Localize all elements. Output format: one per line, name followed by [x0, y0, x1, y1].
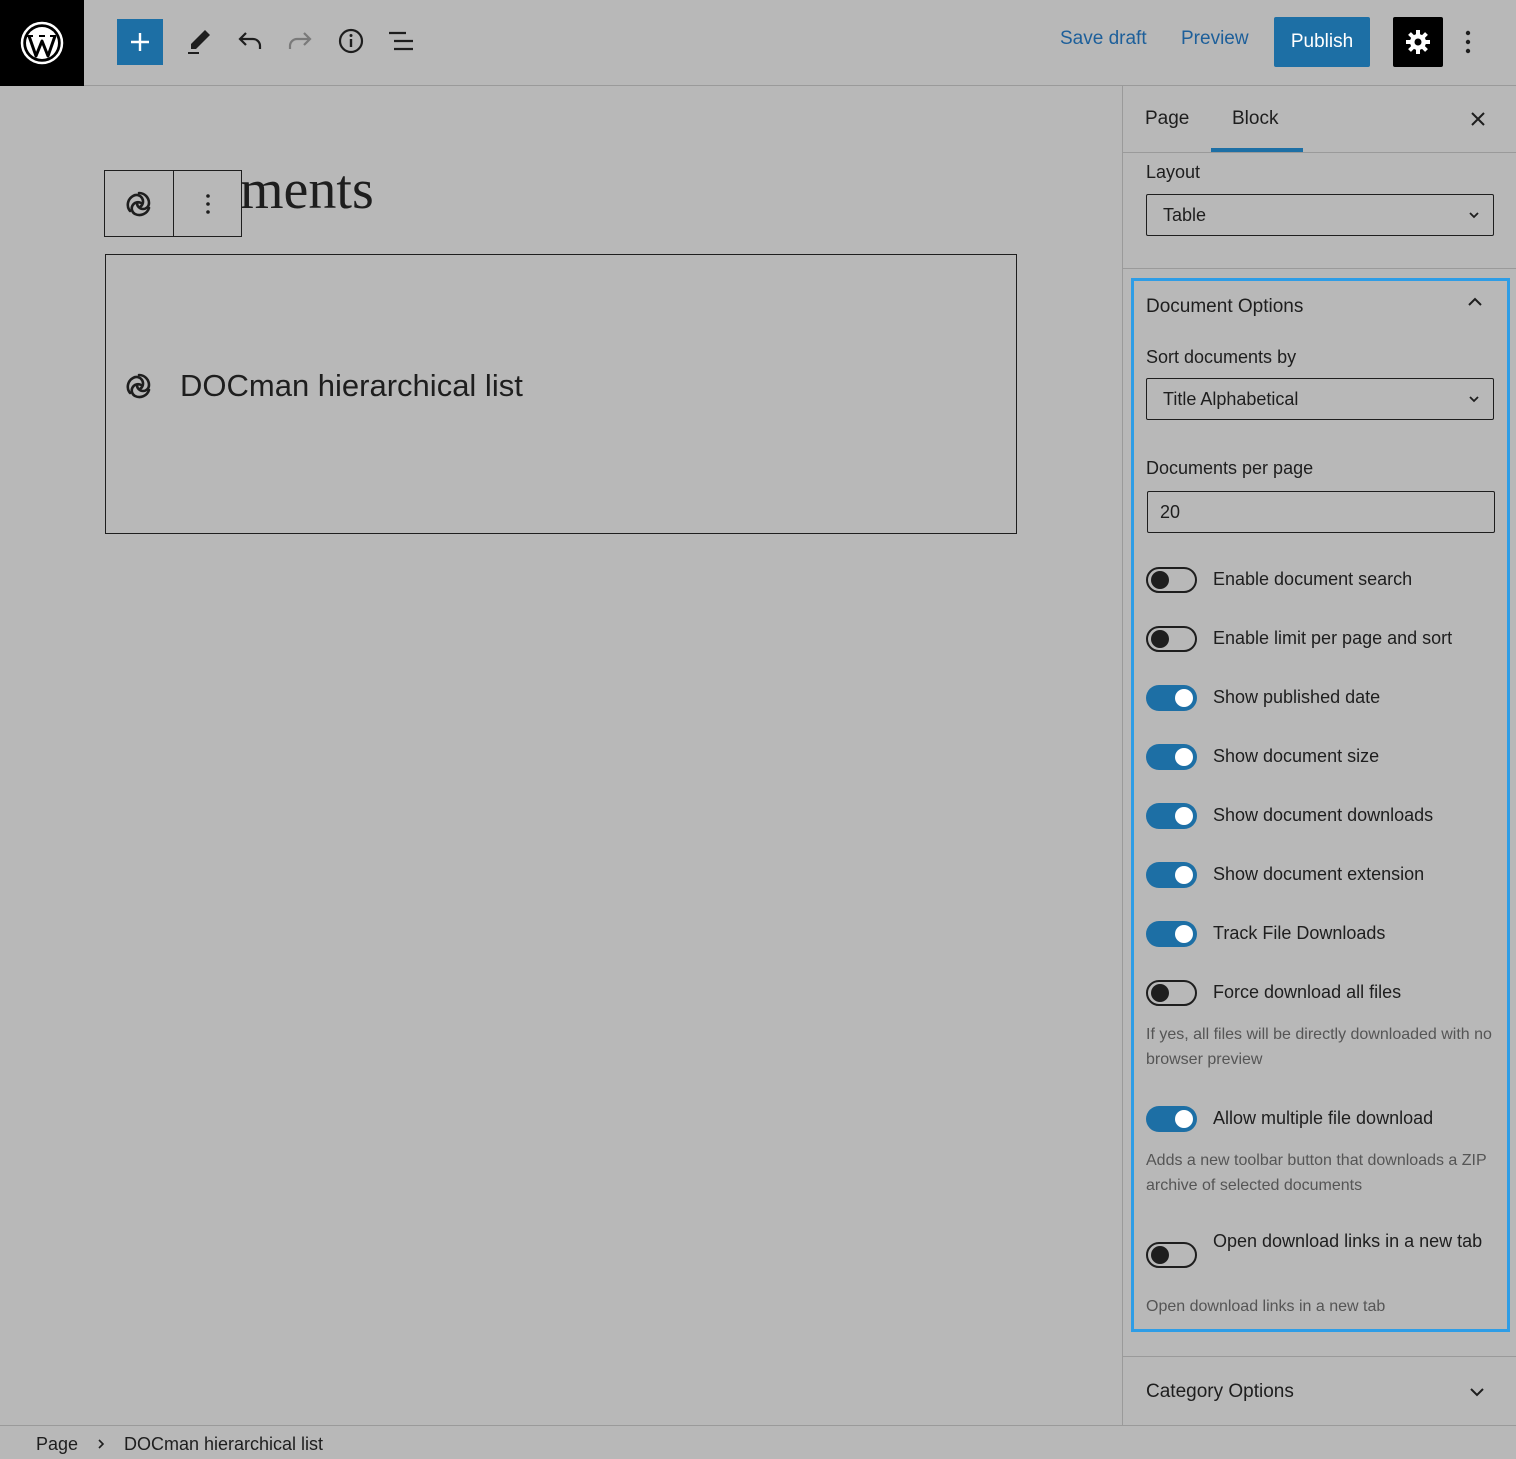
multiple-download-help: Adds a new toolbar button that downloads…	[1146, 1152, 1487, 1194]
layout-label: Layout	[1146, 162, 1201, 182]
breadcrumb-current-block[interactable]: DOCman hierarchical list	[124, 1434, 323, 1455]
section-divider	[1123, 1356, 1516, 1357]
info-icon	[338, 28, 364, 54]
published-date-toggle[interactable]	[1146, 685, 1197, 711]
force-download-help: If yes, all files will be directly downl…	[1146, 1026, 1492, 1068]
undo-button[interactable]	[227, 18, 273, 64]
block-title: DOCman hierarchical list	[180, 368, 523, 403]
layout-select[interactable]: Table	[1146, 194, 1494, 236]
editor-canvas: ments DOCman hierarchical list	[0, 86, 1122, 1425]
save-draft-button[interactable]: Save draft	[1060, 28, 1147, 50]
chevron-down-icon[interactable]	[1468, 1383, 1486, 1401]
list-view-icon	[389, 31, 413, 51]
category-options-title[interactable]: Category Options	[1146, 1381, 1294, 1403]
sort-label: Sort documents by	[1146, 347, 1297, 367]
per-page-label: Documents per page	[1146, 458, 1314, 478]
plus-icon	[131, 33, 149, 51]
sort-select[interactable]: Title Alphabetical	[1146, 378, 1494, 420]
document-extension-toggle[interactable]	[1146, 862, 1197, 888]
settings-sidebar: Page Block Layout Table Document Options…	[1122, 86, 1516, 1425]
chevron-up-icon[interactable]	[1466, 293, 1484, 311]
toggle-label: Enable limit per page and sort	[1213, 628, 1453, 648]
document-search-toggle[interactable]	[1146, 567, 1197, 593]
section-divider	[1123, 268, 1516, 269]
new-tab-toggle[interactable]	[1146, 1242, 1197, 1268]
block-options-button[interactable]	[173, 171, 241, 236]
limit-sort-toggle[interactable]	[1146, 626, 1197, 652]
chevron-right-icon	[98, 1439, 105, 1449]
close-icon	[1471, 112, 1485, 126]
redo-icon	[288, 32, 312, 49]
toggle-label: Force download all files	[1213, 982, 1402, 1002]
wordpress-logo-button[interactable]	[0, 0, 84, 86]
document-downloads-toggle[interactable]	[1146, 803, 1197, 829]
settings-button[interactable]	[1393, 17, 1443, 67]
toggle-label: Track File Downloads	[1213, 923, 1386, 943]
chevron-down-icon	[1469, 396, 1479, 403]
publish-button[interactable]: Publish	[1274, 17, 1370, 67]
details-button[interactable]	[328, 18, 374, 64]
block-placeholder: DOCman hierarchical list	[124, 368, 523, 404]
editor-header: Save draft Preview Publish	[0, 0, 1516, 86]
chevron-down-icon	[1469, 212, 1479, 219]
docman-icon	[126, 373, 151, 399]
track-downloads-toggle[interactable]	[1146, 921, 1197, 947]
tools-button[interactable]	[176, 18, 222, 64]
document-size-toggle[interactable]	[1146, 744, 1197, 770]
multiple-download-toggle[interactable]	[1146, 1106, 1197, 1132]
per-page-input[interactable]: 20	[1147, 491, 1495, 533]
add-block-button[interactable]	[117, 19, 163, 65]
active-tab-indicator	[1211, 148, 1303, 152]
gear-icon	[1406, 30, 1430, 54]
new-tab-help: Open download links in a new tab	[1146, 1298, 1386, 1315]
toggle-label: Show document size	[1213, 746, 1380, 766]
breadcrumb-page[interactable]: Page	[36, 1434, 78, 1455]
options-menu-button[interactable]	[1452, 20, 1484, 64]
block-toolbar	[104, 170, 242, 237]
wordpress-icon	[20, 21, 64, 65]
more-vertical-icon	[1465, 30, 1471, 54]
tab-page[interactable]: Page	[1145, 108, 1189, 130]
pencil-icon	[188, 30, 210, 54]
list-view-button[interactable]	[378, 18, 424, 64]
block-type-button[interactable]	[105, 171, 173, 236]
sidebar-tabs: Page Block	[1123, 86, 1516, 153]
toggle-label: Open download links in a new tab	[1213, 1231, 1483, 1251]
layout-select-value: Table	[1163, 204, 1207, 225]
document-options-title[interactable]: Document Options	[1146, 296, 1303, 318]
per-page-value: 20	[1160, 501, 1181, 522]
docman-icon	[126, 191, 151, 216]
redo-button[interactable]	[277, 18, 323, 64]
toggle-label: Enable document search	[1213, 569, 1413, 589]
toggle-label: Show document downloads	[1213, 805, 1434, 825]
sort-select-value: Title Alphabetical	[1163, 388, 1299, 409]
more-vertical-icon	[205, 193, 210, 214]
page-title[interactable]: ments	[240, 162, 374, 218]
preview-button[interactable]: Preview	[1181, 28, 1249, 50]
toggle-label: Show document extension	[1213, 864, 1425, 884]
docman-block[interactable]: DOCman hierarchical list	[105, 254, 1017, 534]
force-download-toggle[interactable]	[1146, 980, 1197, 1006]
toggle-label: Show published date	[1213, 687, 1381, 707]
document-options-panel: Document Options Sort documents by Title…	[1131, 278, 1510, 1332]
undo-icon	[238, 32, 262, 49]
tab-block[interactable]: Block	[1232, 108, 1278, 130]
toggle-label: Allow multiple file download	[1213, 1108, 1434, 1128]
close-sidebar-button[interactable]	[1463, 104, 1493, 134]
breadcrumb: Page DOCman hierarchical list	[0, 1425, 1516, 1459]
